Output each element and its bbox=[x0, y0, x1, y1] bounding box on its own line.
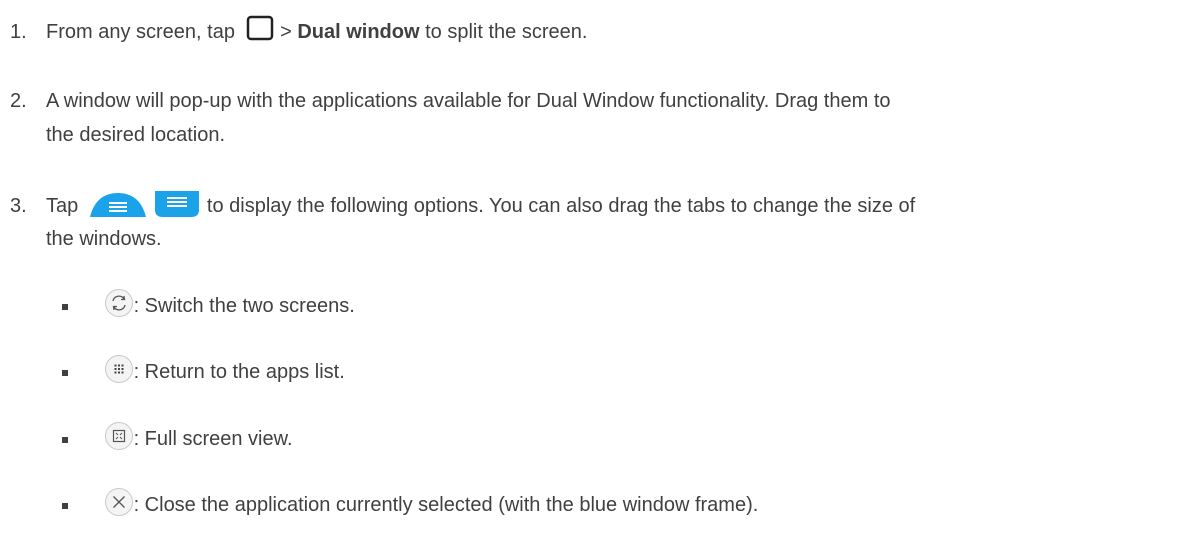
bullet-icon bbox=[62, 436, 68, 443]
step-number: 1. bbox=[10, 21, 27, 43]
step-text: Tap bbox=[46, 195, 79, 217]
apps-grid-icon bbox=[104, 355, 133, 383]
step-number: 2. bbox=[10, 90, 27, 112]
dual-window-label: Dual window bbox=[297, 21, 420, 43]
step-text: > bbox=[274, 21, 298, 43]
bullet-icon bbox=[62, 303, 68, 310]
close-icon bbox=[104, 488, 133, 516]
list-item: : Close the application currently select… bbox=[62, 487, 758, 522]
option-text: : Return to the apps list. bbox=[133, 361, 345, 383]
step-2: 2. A window will pop-up with the applica… bbox=[10, 84, 891, 118]
dual-window-menu-icon bbox=[155, 191, 200, 217]
list-item: : Full screen view. bbox=[62, 421, 293, 456]
step-1: 1. From any screen, tap > Dual window to… bbox=[10, 15, 587, 49]
list-item: : Return to the apps list. bbox=[62, 354, 345, 389]
step-text: A window will pop-up with the applicatio… bbox=[46, 90, 891, 112]
recent-apps-square-icon bbox=[246, 15, 273, 41]
step-text: to split the screen. bbox=[419, 21, 588, 43]
step-3-continuation: the windows. bbox=[46, 228, 162, 250]
option-text: : Switch the two screens. bbox=[133, 295, 355, 317]
option-text: : Close the application currently select… bbox=[133, 494, 759, 516]
step-text: From any screen, tap bbox=[46, 21, 235, 43]
step-text: to display the following options. You ca… bbox=[201, 195, 916, 217]
list-item: : Switch the two screens. bbox=[62, 288, 355, 323]
dual-window-tab-icon bbox=[89, 193, 146, 217]
bullet-icon bbox=[62, 369, 68, 376]
step-number: 3. bbox=[10, 195, 27, 217]
option-text: : Full screen view. bbox=[133, 428, 293, 450]
bullet-icon bbox=[62, 502, 68, 509]
step-2-continuation: the desired location. bbox=[46, 124, 226, 146]
switch-icon bbox=[104, 289, 133, 317]
step-3: 3. Tap to display the following options.… bbox=[10, 189, 915, 223]
fullscreen-icon bbox=[104, 422, 133, 450]
